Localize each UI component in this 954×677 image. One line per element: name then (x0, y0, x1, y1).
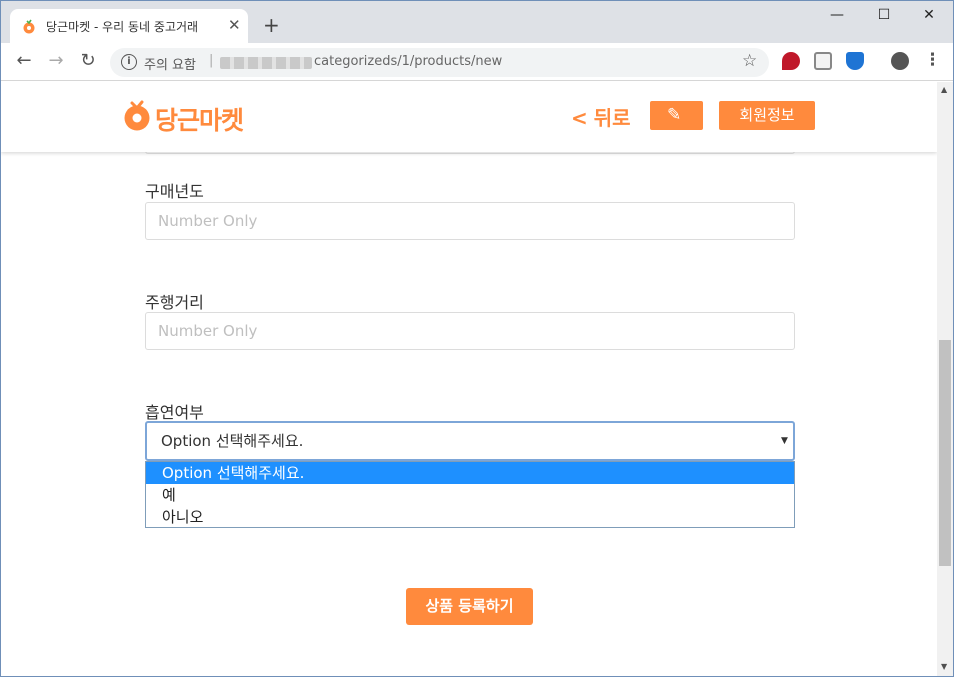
page-viewport: 당근마켓 < 뒤로 ✎ 회원정보 구매년도 Number Only 주행거리 Nu… (1, 82, 937, 676)
back-link[interactable]: < 뒤로 (571, 102, 631, 131)
url-path[interactable]: categorizeds/1/products/new (314, 54, 502, 69)
smoking-select-value: Option 선택해주세요. (161, 432, 304, 450)
browser-window: 당근마켓 - 우리 동네 중고거래 ✕ + — ☐ ✕ ← → ↻ i 주의 요… (0, 0, 954, 677)
bookmark-star-icon[interactable]: ☆ (742, 51, 757, 71)
back-label: 뒤로 (593, 106, 631, 130)
security-label[interactable]: 주의 요함 (144, 54, 196, 73)
tab-close-icon[interactable]: ✕ (228, 16, 241, 34)
reload-icon[interactable]: ↻ (77, 51, 99, 73)
edit-button[interactable]: ✎ (650, 101, 703, 130)
profile-avatar-icon[interactable] (891, 52, 909, 70)
pencil-icon: ✎ (667, 105, 682, 125)
minimize-icon[interactable]: — (814, 7, 860, 29)
scroll-thumb[interactable] (939, 340, 951, 566)
tab-title: 당근마켓 - 우리 동네 중고거래 (46, 20, 199, 34)
cast-extension-icon[interactable] (814, 52, 832, 70)
scrollbar[interactable]: ▲ ▼ (937, 82, 953, 676)
shield-extension-icon[interactable] (846, 52, 864, 70)
logo-text: 당근마켓 (155, 106, 244, 135)
member-info-button[interactable]: 회원정보 (719, 101, 815, 130)
browser-tab[interactable]: 당근마켓 - 우리 동네 중고거래 ✕ (10, 9, 248, 43)
scroll-up-icon[interactable]: ▲ (941, 85, 947, 94)
back-arrow-icon[interactable]: ← (13, 51, 35, 73)
submit-product-button[interactable]: 상품 등록하기 (406, 588, 533, 625)
dropdown-option[interactable]: 예 (146, 484, 794, 506)
url-separator: | (209, 53, 214, 68)
browser-toolbar: ← → ↻ i 주의 요함 | categorizeds/1/products/… (1, 43, 953, 81)
new-tab-icon[interactable]: + (263, 13, 280, 37)
dropdown-option[interactable]: Option 선택해주세요. (146, 462, 794, 484)
ruby-extension-icon[interactable] (782, 52, 800, 70)
dropdown-option[interactable]: 아니오 (146, 506, 794, 528)
window-close-icon[interactable]: ✕ (906, 7, 952, 29)
smoking-select[interactable]: Option 선택해주세요. ▼ (145, 421, 795, 461)
url-host-blurred (220, 57, 312, 69)
purchase-year-input[interactable]: Number Only (145, 202, 795, 240)
carrot-favicon-icon (23, 19, 35, 34)
chevron-left-icon: < (571, 106, 588, 130)
carrot-logo-icon (124, 100, 150, 131)
smoking-label: 흡연여부 (145, 403, 204, 422)
mileage-input[interactable]: Number Only (145, 312, 795, 350)
tab-strip: 당근마켓 - 우리 동네 중고거래 ✕ + — ☐ ✕ (1, 1, 953, 43)
caret-down-icon: ▼ (781, 436, 788, 446)
app-header: 당근마켓 < 뒤로 ✎ 회원정보 (1, 82, 937, 152)
purchase-year-label: 구매년도 (145, 182, 204, 201)
forward-arrow-icon[interactable]: → (45, 51, 67, 73)
menu-icon[interactable]: ⋮ (924, 50, 941, 70)
maximize-icon[interactable]: ☐ (861, 7, 907, 29)
info-icon[interactable]: i (121, 54, 137, 70)
mileage-label: 주행거리 (145, 293, 204, 312)
address-bar[interactable]: i 주의 요함 | categorizeds/1/products/new ☆ (110, 48, 769, 77)
smoking-dropdown: Option 선택해주세요. 예 아니오 (145, 461, 795, 528)
scroll-down-icon[interactable]: ▼ (941, 662, 947, 671)
